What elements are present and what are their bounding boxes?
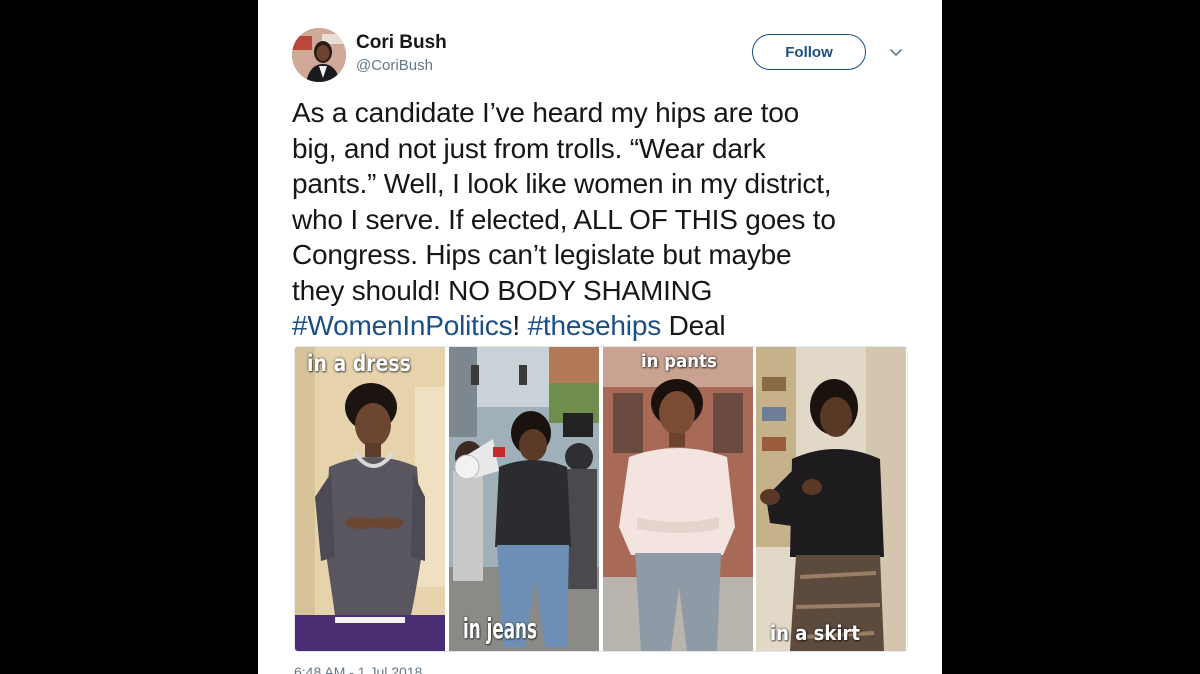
tweet-text-line: Congress. Hips can’t legislate but maybe	[292, 239, 792, 270]
tweet-text-line: they should! NO BODY SHAMING	[292, 274, 713, 306]
hashtag-women-in-politics[interactable]: #WomenInPolitics	[292, 310, 513, 341]
chevron-down-icon[interactable]	[888, 44, 904, 60]
tweet-text-line: As a candidate I’ve heard my hips are to…	[292, 97, 799, 128]
hashtag-separator: !	[512, 310, 528, 341]
photo-panel-skirt: in a skirt	[756, 347, 907, 651]
photo-panel-jeans: in jeans	[448, 347, 600, 651]
caption-in-pants: in pants	[640, 351, 717, 372]
caption-in-a-skirt: in a skirt	[770, 621, 861, 645]
tweet-media-image[interactable]: in a dress in jeans in pants in a skirt	[294, 346, 908, 652]
follow-button[interactable]: Follow	[752, 34, 866, 70]
author-name[interactable]: Cori Bush	[356, 32, 447, 54]
avatar[interactable]	[292, 28, 346, 82]
photo-panel-dress: in a dress	[295, 347, 446, 651]
tweet-text-last-line: #WomenInPolitics! #thesehips Deal	[292, 308, 912, 344]
tweet-timestamp[interactable]: 6:48 AM - 1 Jul 2018	[294, 664, 422, 674]
video-frame: Cori Bush @CoriBush Follow As a candidat…	[0, 0, 1200, 674]
caption-in-jeans: in jeans	[462, 612, 537, 645]
author-handle[interactable]: @CoriBush	[356, 57, 433, 74]
tweet-trailing-text: Deal	[661, 310, 726, 341]
tweet-text-line: who I serve. If elected, ALL OF THIS goe…	[292, 203, 836, 235]
tweet-text: As a candidate I’ve heard my hips are to…	[292, 95, 912, 344]
hashtag-these-hips[interactable]: #thesehips	[528, 310, 662, 341]
caption-in-a-dress: in a dress	[307, 351, 411, 377]
tweet-text-line: pants.” Well, I look like women in my di…	[292, 168, 832, 199]
photo-panel-pants: in pants	[602, 347, 754, 651]
tweet-card: Cori Bush @CoriBush Follow As a candidat…	[258, 0, 942, 674]
tweet-text-line: big, and not just from trolls. “Wear dar…	[292, 132, 766, 164]
